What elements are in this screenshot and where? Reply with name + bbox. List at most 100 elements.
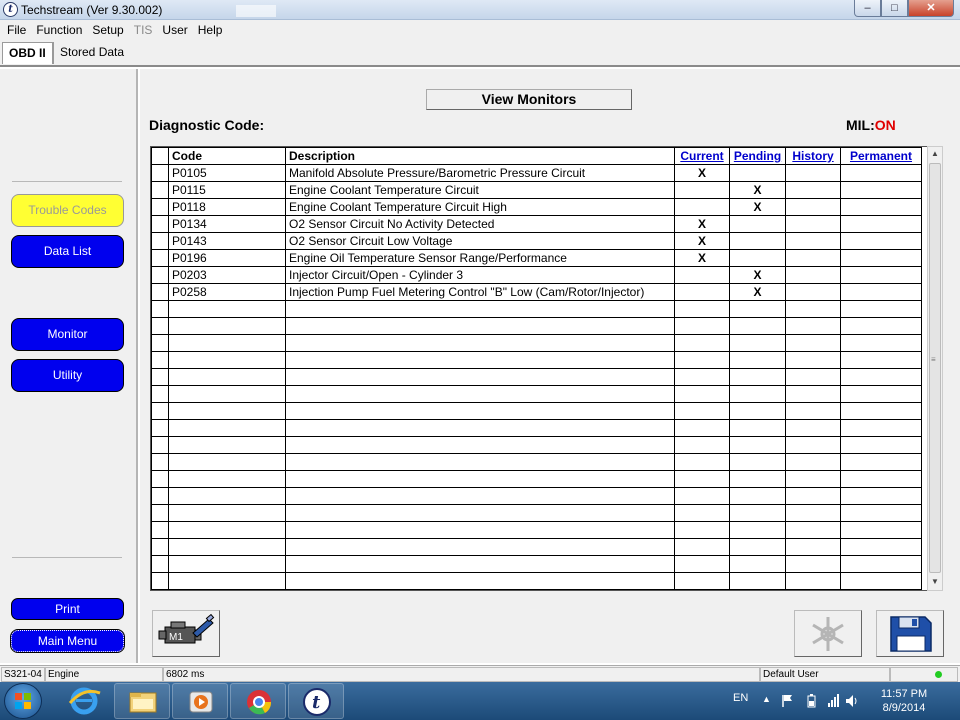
- svg-text:t: t: [312, 692, 321, 713]
- scroll-thumb[interactable]: [929, 163, 941, 573]
- utility-button[interactable]: Utility: [11, 359, 124, 392]
- table-row[interactable]: P0258 Injection Pump Fuel Metering Contro…: [151, 283, 922, 301]
- cell-pending: [729, 232, 786, 250]
- empty-table-row: [151, 470, 922, 488]
- empty-cell: [674, 470, 730, 488]
- status-bar: S321-04 Engine 6802 ms Default User: [0, 665, 960, 682]
- engine-check-button[interactable]: M1: [152, 610, 220, 657]
- tab-stored-data[interactable]: Stored Data: [53, 42, 130, 64]
- column-header-permanent[interactable]: Permanent: [840, 147, 922, 165]
- empty-cell: [840, 572, 922, 590]
- file-explorer-icon[interactable]: [114, 683, 170, 719]
- empty-cell: [151, 300, 169, 318]
- battery-icon: [807, 694, 816, 708]
- status-user: Default User: [760, 667, 890, 682]
- empty-cell: [840, 300, 922, 318]
- sidebar-divider: [12, 557, 122, 558]
- system-tray-icons[interactable]: [780, 693, 860, 709]
- row-selector[interactable]: [151, 283, 169, 301]
- empty-cell: [785, 385, 841, 403]
- start-button[interactable]: [4, 683, 42, 719]
- row-selector[interactable]: [151, 215, 169, 233]
- empty-cell: [840, 470, 922, 488]
- maximize-button[interactable]: □: [881, 0, 908, 17]
- data-list-button[interactable]: Data List: [11, 235, 124, 268]
- column-header-history[interactable]: History: [785, 147, 841, 165]
- row-selector[interactable]: [151, 181, 169, 199]
- cell-history: [785, 181, 841, 199]
- scroll-up-arrow-icon[interactable]: ▲: [931, 149, 939, 158]
- tray-expand-icon[interactable]: ▲: [762, 694, 771, 704]
- empty-cell: [674, 504, 730, 522]
- cell-code: P0118: [168, 198, 286, 216]
- empty-cell: [785, 368, 841, 386]
- m1-label: M1: [169, 632, 183, 643]
- empty-cell: [168, 504, 286, 522]
- mil-status: MIL:ON: [846, 117, 896, 133]
- trouble-codes-button[interactable]: Trouble Codes: [11, 194, 124, 227]
- empty-cell: [168, 538, 286, 556]
- empty-cell: [840, 538, 922, 556]
- media-player-icon[interactable]: [172, 683, 228, 719]
- table-row[interactable]: P0105 Manifold Absolute Pressure/Barometr…: [151, 164, 922, 182]
- table-row[interactable]: P0196 Engine Oil Temperature Sensor Range…: [151, 249, 922, 267]
- menu-setup[interactable]: Setup: [87, 20, 128, 39]
- row-selector[interactable]: [151, 266, 169, 284]
- empty-cell: [151, 538, 169, 556]
- snowflake-button[interactable]: [794, 610, 862, 657]
- row-selector[interactable]: [151, 164, 169, 182]
- table-row[interactable]: P0134 O2 Sensor Circuit No Activity Detec…: [151, 215, 922, 233]
- techstream-icon[interactable]: t: [288, 683, 344, 719]
- cell-permanent: [840, 215, 922, 233]
- main-menu-button[interactable]: Main Menu: [10, 629, 125, 653]
- empty-cell: [285, 487, 675, 505]
- cell-description: Injector Circuit/Open - Cylinder 3: [285, 266, 675, 284]
- empty-cell: [151, 453, 169, 471]
- empty-cell: [785, 521, 841, 539]
- empty-cell: [729, 572, 786, 590]
- chrome-icon[interactable]: [230, 683, 286, 719]
- empty-table-row: [151, 334, 922, 352]
- table-row[interactable]: P0143 O2 Sensor Circuit Low Voltage X: [151, 232, 922, 250]
- print-button[interactable]: Print: [11, 598, 124, 620]
- language-indicator[interactable]: EN: [733, 692, 748, 704]
- tab-obd2[interactable]: OBD II: [2, 42, 53, 64]
- menu-help[interactable]: Help: [193, 20, 228, 39]
- close-button[interactable]: ✕: [908, 0, 954, 17]
- menu-tis[interactable]: TIS: [129, 20, 158, 39]
- menu-user[interactable]: User: [157, 20, 192, 39]
- view-monitors-button[interactable]: View Monitors: [426, 89, 632, 110]
- title-bar: t Techstream (Ver 9.30.002) – □ ✕: [0, 0, 960, 20]
- save-button[interactable]: [876, 610, 944, 657]
- cell-history: [785, 266, 841, 284]
- menu-file[interactable]: File: [2, 20, 31, 39]
- cell-current: [674, 266, 730, 284]
- empty-cell: [840, 368, 922, 386]
- empty-cell: [729, 402, 786, 420]
- monitor-button[interactable]: Monitor: [11, 318, 124, 351]
- empty-cell: [285, 385, 675, 403]
- empty-cell: [285, 572, 675, 590]
- techstream-app-icon: t: [3, 2, 18, 17]
- table-row[interactable]: P0118 Engine Coolant Temperature Circuit …: [151, 198, 922, 216]
- empty-cell: [285, 436, 675, 454]
- snowflake-icon: [812, 617, 844, 651]
- engine-check-icon: M1: [158, 613, 215, 644]
- row-selector[interactable]: [151, 249, 169, 267]
- empty-cell: [785, 436, 841, 454]
- column-header-pending[interactable]: Pending: [729, 147, 786, 165]
- system-clock[interactable]: 11:57 PM 8/9/2014: [872, 687, 936, 715]
- scroll-down-arrow-icon[interactable]: ▼: [931, 577, 939, 586]
- internet-explorer-icon[interactable]: [56, 683, 112, 719]
- row-selector[interactable]: [151, 198, 169, 216]
- column-header-current[interactable]: Current: [674, 147, 730, 165]
- minimize-button[interactable]: –: [854, 0, 881, 17]
- empty-cell: [168, 436, 286, 454]
- empty-cell: [729, 334, 786, 352]
- table-scrollbar[interactable]: ▲ ≡ ▼: [927, 146, 943, 591]
- empty-cell: [168, 470, 286, 488]
- table-row[interactable]: P0115 Engine Coolant Temperature Circuit X: [151, 181, 922, 199]
- row-selector[interactable]: [151, 232, 169, 250]
- menu-function[interactable]: Function: [31, 20, 87, 39]
- table-row[interactable]: P0203 Injector Circuit/Open - Cylinder 3 X: [151, 266, 922, 284]
